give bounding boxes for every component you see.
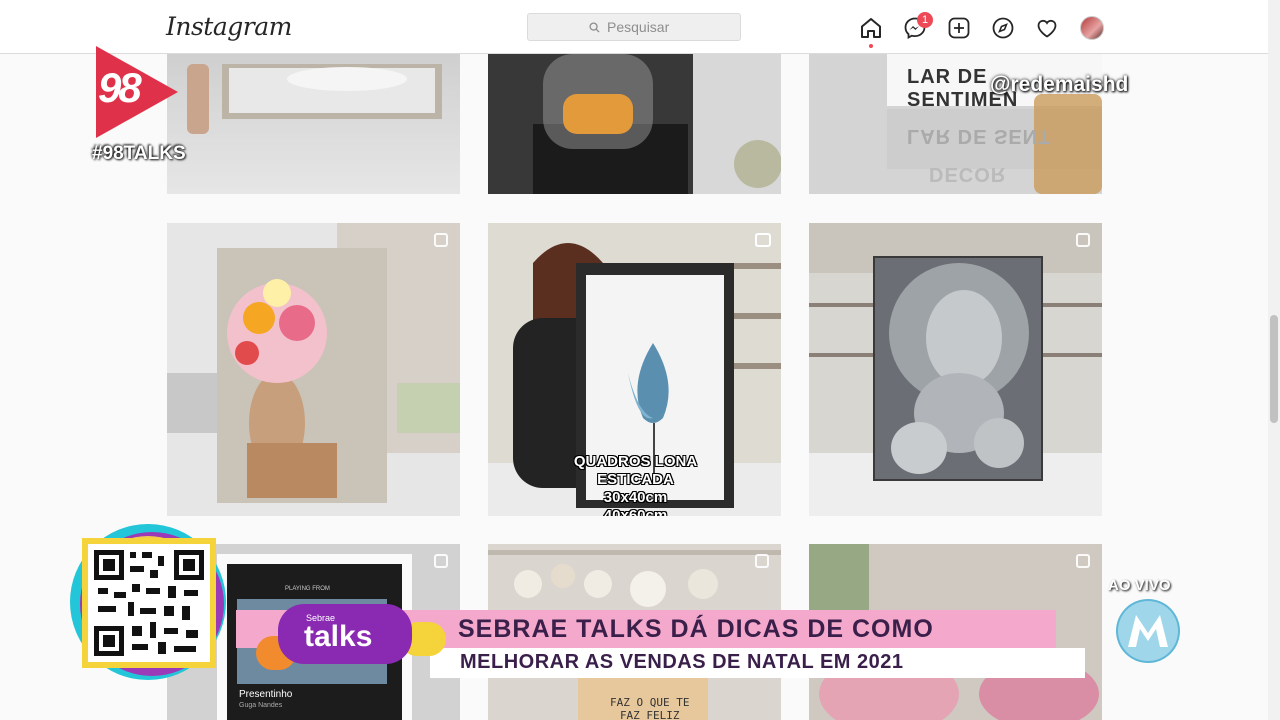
multi-image-icon (1076, 233, 1090, 247)
sign-text: FAZ O QUE TE FAZ FELIZ (610, 696, 689, 720)
sign-reflection-2: DECOR (929, 163, 1007, 185)
post-image (167, 223, 460, 516)
headline-line-1: SEBRAE TALKS DÁ DICAS DE COMO (458, 615, 934, 643)
overlay-caption: QUADROS LONA ESTICADA 30x40cm 40x60cm (558, 453, 713, 516)
post-tile[interactable] (809, 223, 1102, 516)
multi-image-icon (434, 554, 448, 568)
home-active-dot (869, 44, 873, 48)
multi-image-icon (434, 233, 448, 247)
search-input[interactable] (605, 18, 679, 36)
live-indicator: AO VIVO (1108, 577, 1171, 594)
notification-badge: 1 (917, 12, 933, 28)
caption-line: 40x60cm (603, 507, 668, 516)
channel-logo: 98 (96, 46, 178, 138)
explore-icon[interactable] (991, 16, 1015, 40)
post-image (809, 223, 1102, 516)
sign-line: FAZ O QUE TE (610, 696, 690, 709)
multi-image-icon (755, 554, 769, 568)
top-nav-bar: Instagram 1 (0, 0, 1268, 54)
qr-code-badge (68, 522, 228, 682)
messenger-button[interactable]: 1 (903, 12, 933, 40)
channel-logo-number: 98 (98, 64, 142, 111)
caption-line: 30x40cm (603, 489, 668, 506)
song-title: Presentinho (239, 689, 293, 700)
sign-reflection: LAR DE SENT (907, 125, 1052, 147)
caption-line: QUADROS LONA (573, 453, 698, 470)
page-scrollbar[interactable] (1268, 0, 1280, 720)
program-hashtag: #98TALKS (92, 143, 186, 164)
post-tile[interactable] (167, 54, 460, 194)
profile-avatar[interactable] (1080, 16, 1104, 40)
sign-line: FAZ FELIZ (619, 709, 680, 720)
instagram-handle-watermark: @redemaishd (990, 73, 1129, 96)
activity-heart-icon[interactable] (1035, 16, 1059, 40)
post-tile[interactable] (488, 54, 781, 194)
instagram-logo[interactable]: Instagram (166, 12, 292, 41)
sebrae-talks-logo: Sebrae talks (278, 604, 412, 664)
video-icon (755, 233, 771, 247)
talks-label: talks (304, 620, 373, 653)
post-tile[interactable] (167, 223, 460, 516)
headline-banner-bottom: MELHORAR AS VENDAS DE NATAL EM 2021 (430, 648, 1085, 678)
post-image (187, 64, 442, 134)
search-icon (589, 21, 600, 33)
home-icon[interactable] (859, 16, 883, 40)
new-post-icon[interactable] (947, 16, 971, 40)
song-artist: Guga Nandes (239, 702, 283, 709)
search-box[interactable] (527, 13, 741, 41)
scrollbar-thumb[interactable] (1270, 315, 1278, 423)
post-tile[interactable]: QUADROS LONA ESTICADA 30x40cm 40x60cm (488, 223, 781, 516)
headline-line-2: MELHORAR AS VENDAS DE NATAL EM 2021 (460, 651, 904, 673)
caption-line: ESTICADA (597, 471, 674, 488)
post-image (488, 54, 781, 194)
network-logo (1114, 597, 1182, 665)
player-header: PLAYING FROM (285, 586, 330, 592)
multi-image-icon (1076, 554, 1090, 568)
